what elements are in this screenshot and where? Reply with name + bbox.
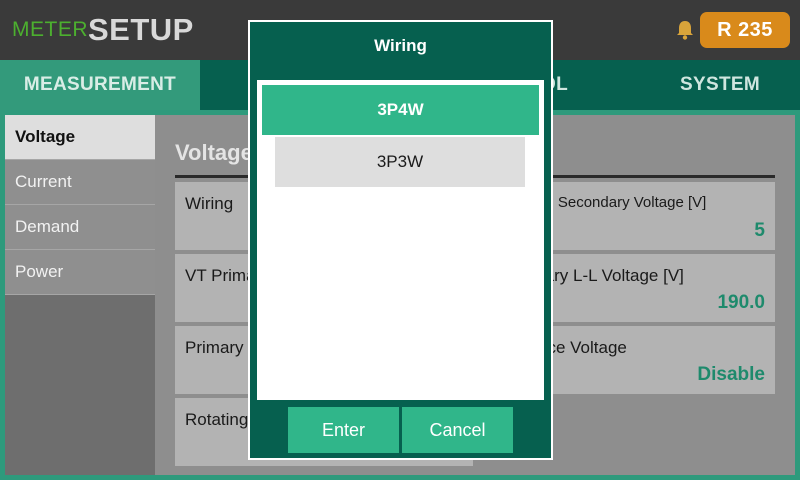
status-badge[interactable]: R 235: [700, 12, 790, 48]
setting-value: 190.0: [717, 292, 765, 313]
option-3p3w[interactable]: 3P3W: [275, 137, 525, 187]
sidebar-item-current[interactable]: Current: [5, 160, 155, 205]
dialog-title: Wiring: [374, 36, 427, 55]
cancel-button[interactable]: Cancel: [402, 407, 513, 453]
setting-value: Disable: [697, 364, 765, 385]
option-3p4w[interactable]: 3P4W: [262, 85, 539, 135]
setting-label: Wiring: [185, 194, 234, 213]
sidebar-item-voltage[interactable]: Voltage: [5, 115, 155, 160]
bell-icon[interactable]: [674, 19, 696, 41]
setting-value: 5: [754, 220, 765, 241]
tab-system[interactable]: SYSTEM: [620, 60, 800, 110]
app-title: SETUP: [88, 12, 194, 47]
enter-button[interactable]: Enter: [288, 407, 399, 453]
app-title-prefix: METER: [12, 18, 88, 41]
wiring-dialog: Wiring 3P4W 3P3W Enter Cancel: [248, 20, 553, 460]
option-list: 3P4W 3P3W: [257, 80, 544, 400]
page-title: Voltage: [175, 140, 253, 165]
sidebar: Voltage Current Demand Power: [5, 115, 155, 475]
tab-measurement[interactable]: MEASUREMENT: [0, 60, 200, 110]
sidebar-item-demand[interactable]: Demand: [5, 205, 155, 250]
sidebar-item-power[interactable]: Power: [5, 250, 155, 295]
